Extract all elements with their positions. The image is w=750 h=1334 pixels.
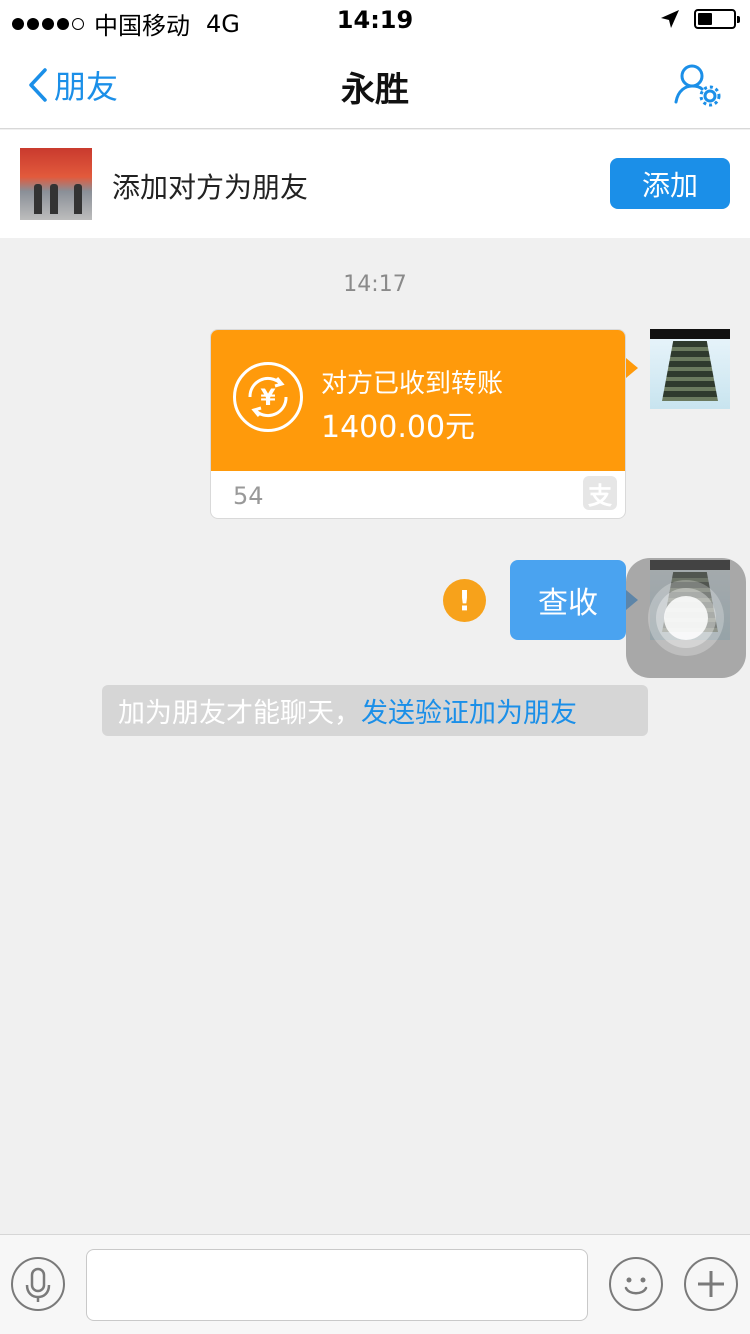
more-button[interactable] (684, 1257, 738, 1311)
system-tip-text: 加为朋友才能聊天， (118, 698, 361, 729)
status-bar: 中国移动 4G 14:19 (0, 0, 750, 40)
status-right (660, 9, 740, 29)
svg-text:¥: ¥ (260, 386, 276, 411)
system-tip: 加为朋友才能聊天， 发送验证加为朋友 (102, 685, 648, 736)
avatar-figure (34, 184, 42, 214)
transfer-card-header: ¥ 对方已收到转账 1400.00元 (211, 330, 625, 471)
transfer-amount: 1400.00元 (321, 410, 476, 445)
assistive-ring (664, 596, 708, 640)
add-friend-text: 添加对方为朋友 (112, 171, 309, 204)
avatar-figure (50, 184, 58, 214)
emoji-button[interactable] (609, 1257, 663, 1311)
bubble-tail (626, 358, 638, 378)
microphone-icon (25, 1267, 51, 1302)
battery-level (698, 13, 712, 25)
my-avatar[interactable] (650, 329, 730, 409)
text-message-bubble[interactable]: 查收 (510, 560, 626, 640)
battery-icon (694, 9, 740, 29)
alipay-icon: 支 (583, 476, 617, 510)
transfer-footer-text: 54 (233, 482, 264, 510)
plus-icon (698, 1271, 724, 1297)
voice-button[interactable] (11, 1257, 65, 1311)
page-title: 永胜 (341, 70, 409, 110)
transfer-yen-icon: ¥ (233, 362, 303, 432)
add-friend-button[interactable]: 添加 (610, 158, 730, 209)
transfer-status: 对方已收到转账 (321, 369, 504, 399)
emoji-icon (624, 1277, 648, 1295)
navigation-bar: 朋友 永胜 (0, 40, 750, 129)
avatar-figure (74, 184, 82, 214)
message-timestamp: 14:17 (343, 272, 407, 297)
contact-avatar[interactable] (20, 148, 92, 220)
transfer-message-card[interactable]: ¥ 对方已收到转账 1400.00元 54 支 (210, 329, 626, 519)
status-time: 14:19 (336, 6, 414, 34)
avatar-bar (650, 329, 730, 339)
yen-refresh-icon: ¥ (248, 376, 288, 418)
message-input[interactable] (86, 1249, 588, 1321)
profile-settings-icon[interactable] (674, 62, 722, 108)
send-verification-link[interactable]: 发送验证加为朋友 (361, 691, 577, 730)
send-failed-alert-icon[interactable]: ! (443, 579, 486, 622)
add-friend-bar: 添加对方为朋友 添加 (0, 130, 750, 238)
location-arrow-icon (661, 10, 679, 28)
input-bar (0, 1234, 750, 1334)
assistive-touch-button[interactable] (626, 558, 746, 678)
